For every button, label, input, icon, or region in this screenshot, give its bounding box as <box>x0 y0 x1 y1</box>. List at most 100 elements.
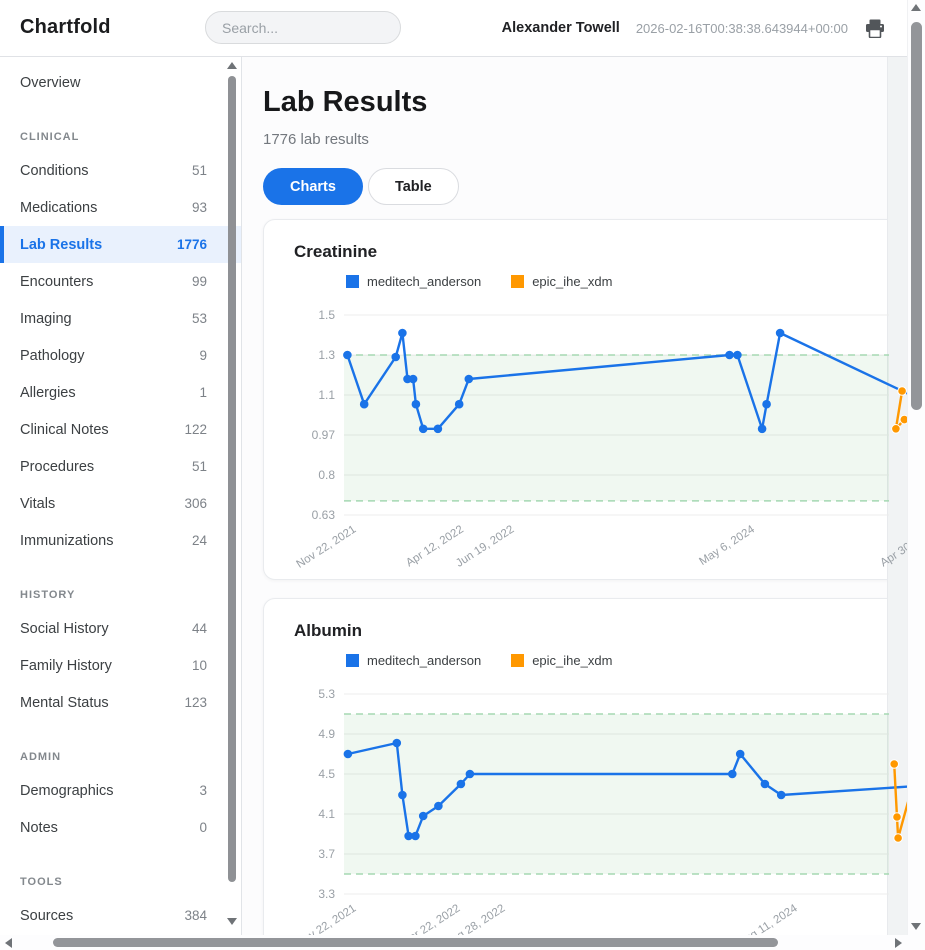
sidebar-item-label: Overview <box>20 75 80 91</box>
data-point[interactable] <box>465 375 474 384</box>
legend-swatch-icon <box>346 275 359 288</box>
data-point[interactable] <box>736 750 745 759</box>
sidebar-item-label: Vitals <box>20 496 55 512</box>
sidebar-item-count: 384 <box>184 908 207 923</box>
x-tick-label: Apr 30, 2025 <box>878 523 908 569</box>
series-line-epic-ihe-xdm <box>894 764 908 838</box>
sidebar-item-label: Lab Results <box>20 237 102 253</box>
results-count-subtitle: 1776 lab results <box>263 131 908 148</box>
scroll-down-arrow-icon[interactable] <box>911 923 921 930</box>
sidebar-item-imaging[interactable]: Imaging53 <box>0 300 241 337</box>
data-point[interactable] <box>777 791 786 800</box>
app-logo: Chartfold <box>20 16 111 39</box>
legend-swatch-icon <box>511 275 524 288</box>
data-point[interactable] <box>434 802 443 811</box>
scroll-down-arrow-icon[interactable] <box>227 918 237 925</box>
scroll-left-arrow-icon[interactable] <box>5 938 12 948</box>
sidebar-item-demographics[interactable]: Demographics3 <box>0 772 241 809</box>
legend-label: epic_ihe_xdm <box>532 274 612 289</box>
data-point[interactable] <box>398 791 407 800</box>
sidebar-item-label: Notes <box>20 820 58 836</box>
sidebar-item-sources[interactable]: Sources384 <box>0 897 241 934</box>
data-point[interactable] <box>391 353 400 362</box>
data-point[interactable] <box>898 387 907 396</box>
sidebar-item-mental-status[interactable]: Mental Status123 <box>0 684 241 721</box>
sidebar-item-label: Medications <box>20 200 97 216</box>
header-right-group: Alexander Towell 2026-02-16T00:38:38.643… <box>502 0 886 56</box>
printer-icon <box>865 19 885 38</box>
data-point[interactable] <box>725 351 734 360</box>
y-tick-label: 4.9 <box>318 727 335 741</box>
data-point[interactable] <box>733 351 742 360</box>
y-tick-label: 3.7 <box>318 847 335 861</box>
data-point[interactable] <box>728 770 737 779</box>
sidebar-item-immunizations[interactable]: Immunizations24 <box>0 522 241 559</box>
view-tab-table[interactable]: Table <box>368 168 459 205</box>
legend-swatch-icon <box>346 654 359 667</box>
sidebar-scrollbar-thumb[interactable] <box>228 76 236 882</box>
data-point[interactable] <box>398 329 407 338</box>
sidebar-item-count: 24 <box>192 533 207 548</box>
print-button[interactable] <box>864 18 886 38</box>
data-point[interactable] <box>466 770 475 779</box>
sidebar-item-allergies[interactable]: Allergies1 <box>0 374 241 411</box>
data-point[interactable] <box>434 425 443 434</box>
sidebar-item-encounters[interactable]: Encounters99 <box>0 263 241 300</box>
sidebar-item-procedures[interactable]: Procedures51 <box>0 448 241 485</box>
scroll-up-arrow-icon[interactable] <box>227 62 237 69</box>
sidebar-item-vitals[interactable]: Vitals306 <box>0 485 241 522</box>
sidebar-section-header: CLINICAL <box>0 101 241 152</box>
view-tab-charts[interactable]: Charts <box>263 168 363 205</box>
x-tick-label: Nov 22, 2021 <box>295 523 359 570</box>
search-input[interactable] <box>205 11 401 44</box>
sidebar-item-overview[interactable]: Overview <box>0 64 241 101</box>
data-point[interactable] <box>409 375 418 384</box>
data-point[interactable] <box>893 813 902 822</box>
sidebar-item-count: 3 <box>199 783 207 798</box>
data-point[interactable] <box>344 750 353 759</box>
sidebar-item-count: 122 <box>184 422 207 437</box>
data-point[interactable] <box>419 812 428 821</box>
vertical-scrollbar-thumb[interactable] <box>911 22 922 410</box>
data-point[interactable] <box>360 400 369 409</box>
y-tick-label: 4.5 <box>318 767 335 781</box>
sidebar-item-count: 53 <box>192 311 207 326</box>
data-point[interactable] <box>776 329 785 338</box>
chart-card-albumin: Albuminmeditech_andersonepic_ihe_xdm5.34… <box>263 598 908 935</box>
sidebar-item-social-history[interactable]: Social History44 <box>0 610 241 647</box>
data-point[interactable] <box>411 832 420 841</box>
legend-label: epic_ihe_xdm <box>532 653 612 668</box>
sidebar-item-medications[interactable]: Medications93 <box>0 189 241 226</box>
vertical-scrollbar[interactable] <box>907 0 925 935</box>
data-point[interactable] <box>894 834 903 843</box>
horizontal-scrollbar[interactable] <box>0 935 925 950</box>
sidebar-item-pathology[interactable]: Pathology9 <box>0 337 241 374</box>
data-point[interactable] <box>892 425 901 434</box>
data-point[interactable] <box>762 400 771 409</box>
y-tick-label: 4.1 <box>318 807 335 821</box>
data-point[interactable] <box>393 739 402 748</box>
legend-entry-meditech-anderson: meditech_anderson <box>346 653 481 668</box>
data-point[interactable] <box>419 425 428 434</box>
data-point[interactable] <box>890 760 899 769</box>
data-point[interactable] <box>412 400 421 409</box>
sidebar-item-conditions[interactable]: Conditions51 <box>0 152 241 189</box>
sidebar-item-count: 1776 <box>177 237 207 252</box>
chart-title: Albumin <box>294 621 362 641</box>
horizontal-scrollbar-thumb[interactable] <box>53 938 778 947</box>
scroll-up-arrow-icon[interactable] <box>911 4 921 11</box>
data-point[interactable] <box>343 351 352 360</box>
sidebar-scrollbar[interactable] <box>226 58 238 933</box>
sidebar-item-notes[interactable]: Notes0 <box>0 809 241 846</box>
sidebar-item-count: 51 <box>192 459 207 474</box>
sidebar-item-label: Encounters <box>20 274 93 290</box>
sidebar-item-family-history[interactable]: Family History10 <box>0 647 241 684</box>
scroll-right-arrow-icon[interactable] <box>895 938 902 948</box>
sidebar-item-clinical-notes[interactable]: Clinical Notes122 <box>0 411 241 448</box>
data-point[interactable] <box>758 425 767 434</box>
data-point[interactable] <box>761 780 770 789</box>
y-tick-label: 0.8 <box>318 468 335 482</box>
data-point[interactable] <box>457 780 466 789</box>
data-point[interactable] <box>455 400 464 409</box>
sidebar-item-lab-results[interactable]: Lab Results 1776 <box>0 226 241 263</box>
